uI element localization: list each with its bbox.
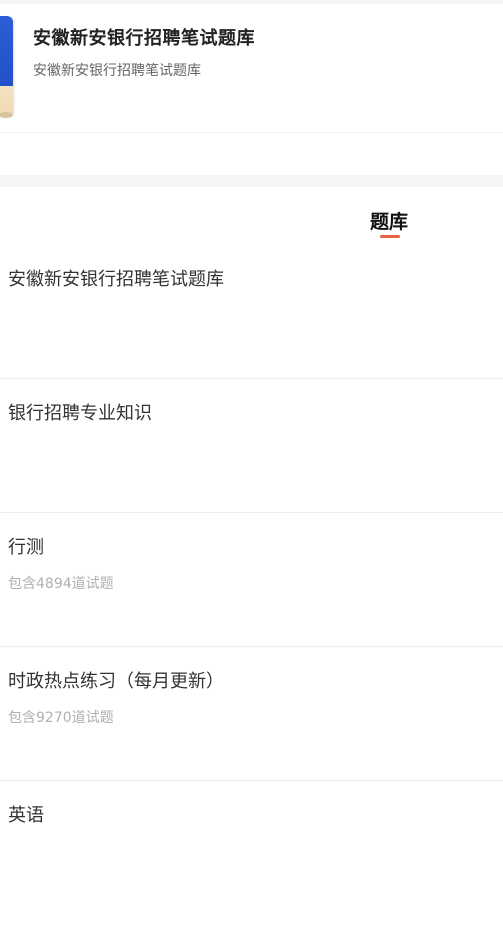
bank-title: 安徽新安银行招聘笔试题库 [33,28,255,49]
list-item[interactable]: 银行招聘专业知识 [0,379,503,513]
book-cover-shadow [0,112,13,118]
list-item-title: 时政热点练习（每月更新） [8,671,224,692]
list-item-count: 包含9270道试题 [8,710,114,726]
bank-header-card: 安徽新安银行招聘笔试题库 安徽新安银行招聘笔试题库 [0,4,503,133]
tab-bar: 题库 [0,187,503,245]
book-cover-icon [0,16,13,118]
list-item-title: 行测 [8,537,44,558]
list-item-count: 包含4894道试题 [8,576,114,592]
list-item-title: 银行招聘专业知识 [8,403,152,424]
list-item-title: 安徽新安银行招聘笔试题库 [8,269,224,290]
spacer [0,133,503,175]
list-item[interactable]: 英语 [0,781,503,914]
page: 安徽新安银行招聘笔试题库 安徽新安银行招聘笔试题库 题库 安徽新安银行招聘笔试题… [0,0,503,926]
list-item[interactable]: 安徽新安银行招聘笔试题库 [0,245,503,379]
list-item-title: 英语 [8,805,44,826]
list-item[interactable]: 时政热点练习（每月更新） 包含9270道试题 [0,647,503,781]
bank-subtitle: 安徽新安银行招聘笔试题库 [33,63,201,79]
question-bank-list: 安徽新安银行招聘笔试题库 银行招聘专业知识 行测 包含4894道试题 时政热点练… [0,245,503,914]
active-tab-indicator [380,235,400,238]
tab-question-bank[interactable]: 题库 [370,207,408,234]
list-item[interactable]: 行测 包含4894道试题 [0,513,503,647]
section-divider [0,175,503,187]
